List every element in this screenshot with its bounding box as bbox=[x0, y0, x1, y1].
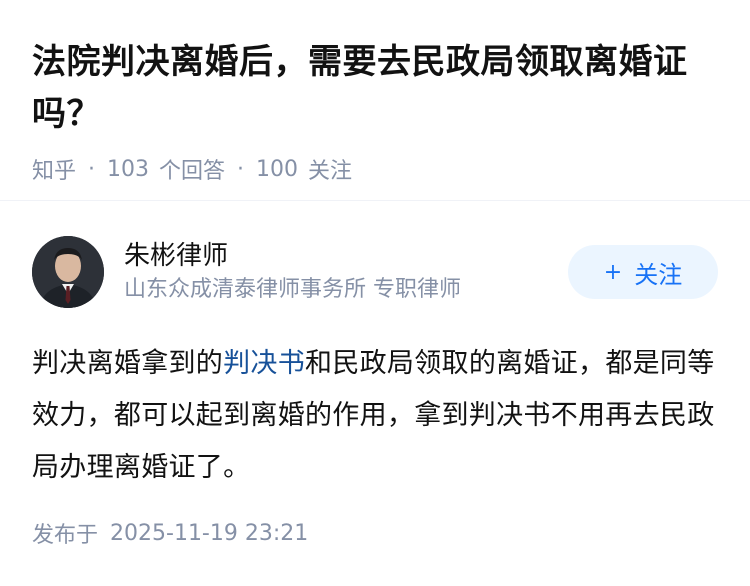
answer-card: 朱彬律师 山东众成清泰律师事务所 专职律师 + 关注 判决离婚拿到的判决书和民政… bbox=[32, 236, 718, 494]
publish-time: 2025-11-19 23:21 bbox=[110, 520, 309, 546]
answer-count: 103 bbox=[107, 156, 150, 182]
answer-content: 判决离婚拿到的判决书和民政局领取的离婚证，都是同等效力，都可以起到离婚的作用，拿… bbox=[32, 338, 718, 494]
judgment-link[interactable]: 判决书 bbox=[223, 348, 305, 379]
publish-label: 发布于 bbox=[32, 523, 99, 548]
answer-text-start: 判决离婚拿到的 bbox=[32, 348, 224, 379]
follow-button[interactable]: + 关注 bbox=[568, 245, 718, 299]
question-meta: 知乎 · 103 个回答 · 100 关注 bbox=[32, 153, 718, 185]
publish-info: 发布于 2025-11-19 23:21 bbox=[32, 516, 308, 550]
author-info: 朱彬律师 山东众成清泰律师事务所 专职律师 bbox=[124, 239, 568, 305]
answer-count-label: 个回答 bbox=[159, 159, 226, 184]
follower-count: 100 bbox=[256, 156, 299, 182]
source-label[interactable]: 知乎 bbox=[32, 153, 76, 185]
meta-separator: · bbox=[88, 156, 96, 182]
avatar-portrait-icon bbox=[32, 236, 104, 308]
meta-separator: · bbox=[237, 156, 245, 182]
follow-button-label: 关注 bbox=[634, 260, 683, 289]
plus-icon: + bbox=[603, 259, 623, 285]
author-name[interactable]: 朱彬律师 bbox=[124, 239, 568, 273]
section-divider bbox=[0, 200, 750, 201]
follower-count-label: 关注 bbox=[308, 159, 353, 184]
author-description: 山东众成清泰律师事务所 专职律师 bbox=[124, 277, 461, 302]
avatar[interactable] bbox=[32, 236, 104, 308]
question-title[interactable]: 法院判决离婚后，需要去民政局领取离婚证吗？ bbox=[32, 36, 718, 140]
author-row: 朱彬律师 山东众成清泰律师事务所 专职律师 + 关注 bbox=[32, 236, 718, 308]
question-header: 法院判决离婚后，需要去民政局领取离婚证吗？ 知乎 · 103 个回答 · 100… bbox=[0, 0, 750, 184]
